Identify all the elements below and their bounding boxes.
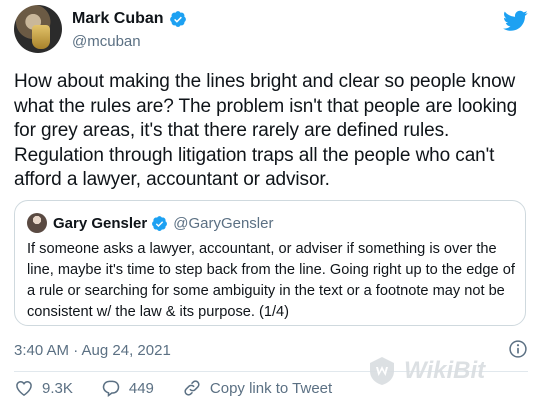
tweet-actions: 9.3K 449 Copy link to Tweet [14,378,332,398]
tweet-card: Mark Cuban @mcuban How about making the … [0,0,542,407]
quoted-tweet-header: Gary Gensler @GaryGensler [27,213,273,233]
avatar-trophy [32,25,50,49]
verified-badge-icon [152,215,168,231]
link-icon [184,380,200,396]
watermark: WikiBit [366,355,485,387]
reply-icon [102,380,120,397]
quoted-author-name: Gary Gensler [53,214,148,232]
copy-link-button[interactable]: Copy link to Tweet [182,378,332,398]
quoted-author-avatar [27,213,47,233]
author-name[interactable]: Mark Cuban [72,10,164,28]
author-name-row: Mark Cuban [72,10,187,28]
wikibit-logo-icon [370,357,394,385]
quoted-tweet[interactable]: Gary Gensler @GaryGensler If someone ask… [14,200,526,326]
tweet-timestamp[interactable]: 3:40 AM · Aug 24, 2021 [14,342,171,359]
info-icon[interactable] [508,339,528,359]
watermark-text: WikiBit [404,357,486,384]
tweet-text: How about making the lines bright and cl… [14,71,518,190]
author-avatar[interactable] [14,5,62,53]
author-handle[interactable]: @mcuban [72,33,141,50]
copy-link-label: Copy link to Tweet [209,379,333,397]
reply-count: 449 [128,379,154,397]
quoted-tweet-text: If someone asks a lawyer, accountant, or… [27,241,515,320]
reply-button[interactable]: 449 [101,378,154,398]
verified-badge-icon [169,11,186,27]
heart-icon [16,380,32,396]
like-button[interactable]: 9.3K [14,378,73,398]
twitter-bird-icon[interactable] [503,10,528,32]
quoted-author-handle: @GaryGensler [173,214,274,232]
like-count: 9.3K [42,379,73,397]
